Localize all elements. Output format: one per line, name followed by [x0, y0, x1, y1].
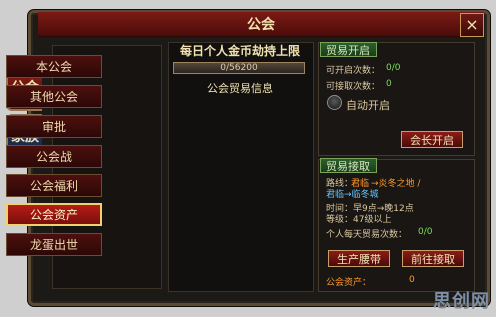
- guild-asset-value: 0: [409, 275, 415, 285]
- daily-trade-label: 个人每天贸易次数：: [326, 230, 408, 240]
- auto-open-label: 自动开启: [346, 99, 390, 112]
- can-open-label: 可开启次数：: [326, 66, 381, 76]
- route-line2: 君临→临冬城: [326, 190, 379, 200]
- menu-item-guild-welfare[interactable]: 公会福利: [6, 174, 102, 197]
- auto-open-radio[interactable]: [327, 95, 342, 110]
- menu-item-approval[interactable]: 审批: [6, 115, 102, 138]
- can-open-value: 0/0: [386, 63, 401, 73]
- window-titlebar: 公会: [38, 12, 484, 37]
- watermark: 思创网: [433, 291, 490, 312]
- menu-item-guild-war[interactable]: 公会战: [6, 145, 102, 168]
- go-receive-button[interactable]: 前往接取: [402, 250, 464, 267]
- can-receive-value: 0: [386, 79, 392, 89]
- trade-receive-header: 贸易接取: [320, 158, 377, 173]
- gold-hijack-limit-title: 每日个人金币劫持上限: [179, 44, 300, 58]
- leader-open-button[interactable]: 会长开启: [401, 131, 463, 148]
- gold-hijack-progress: 0/56200: [173, 62, 305, 74]
- menu-item-dragon-egg[interactable]: 龙蛋出世: [6, 233, 102, 256]
- window-title: 公会: [247, 17, 275, 33]
- daily-trade-value: 0/0: [418, 227, 433, 237]
- menu-item-guild-assets[interactable]: 公会资产: [6, 203, 102, 226]
- can-receive-label: 可接取次数：: [326, 82, 381, 92]
- trade-level: 等级：47级以上: [326, 215, 392, 225]
- menu-item-other-guilds[interactable]: 其他公会: [6, 85, 102, 108]
- guild-trade-info-title: 公会贸易信息: [207, 82, 273, 95]
- close-button[interactable]: ×: [460, 13, 484, 37]
- produce-belt-button[interactable]: 生产腰带: [328, 250, 390, 267]
- trade-open-header: 贸易开启: [320, 42, 377, 57]
- guild-asset-label: 公会资产：: [326, 278, 372, 288]
- menu-item-my-guild[interactable]: 本公会: [6, 55, 102, 78]
